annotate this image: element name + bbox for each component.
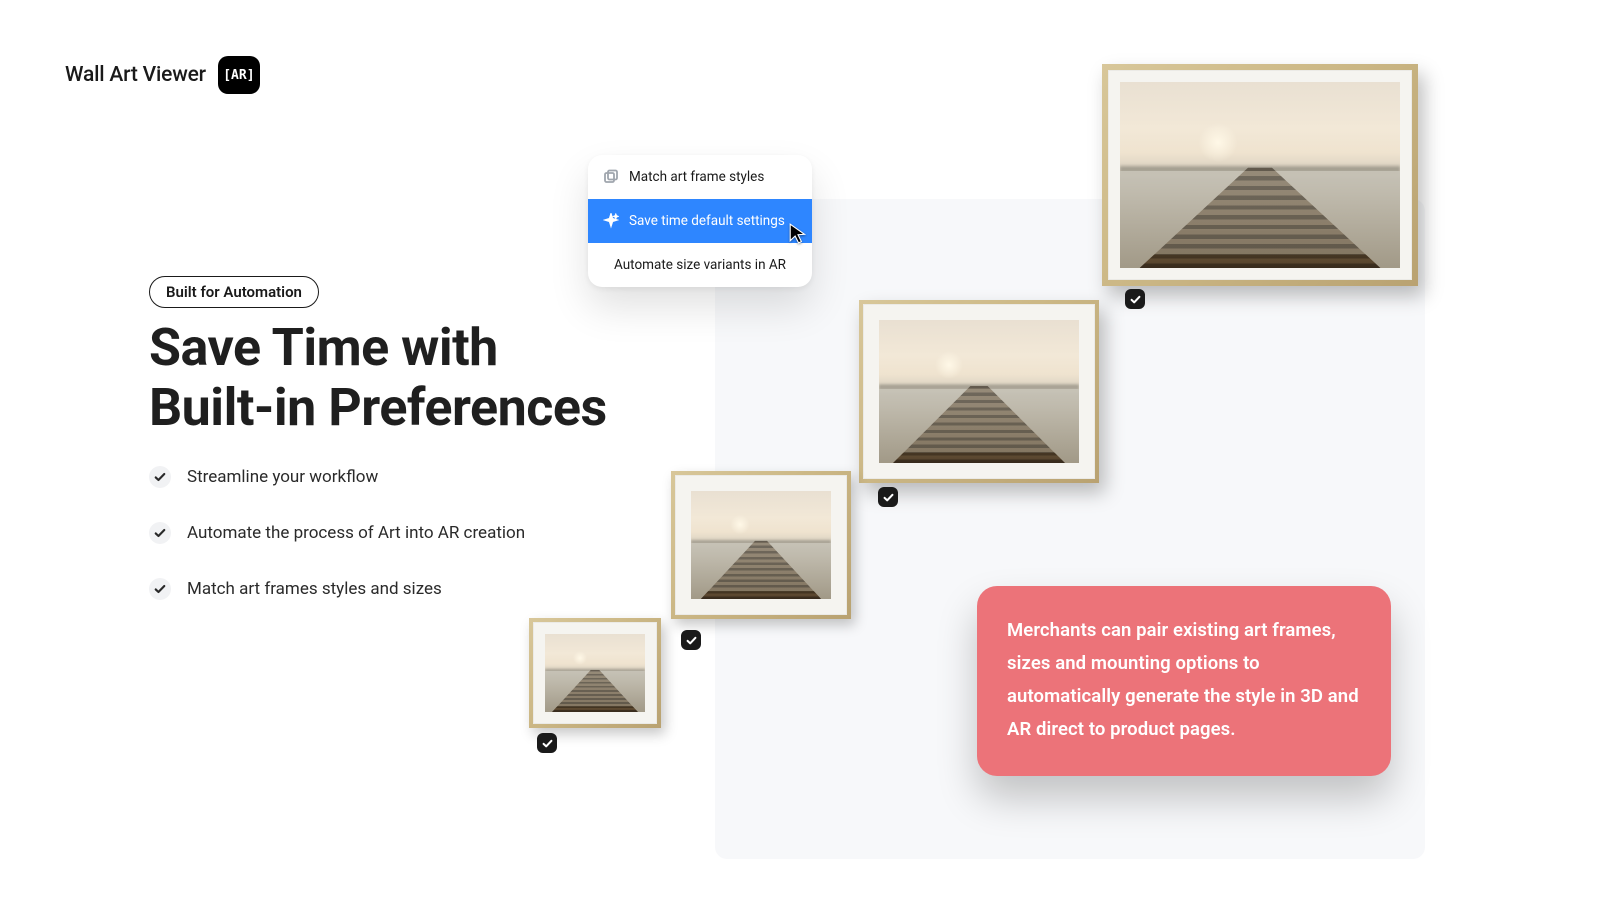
preferences-menu: Match art frame styles Save time default… [588,155,812,287]
art-frame-m [671,471,851,619]
menu-item-match-frames[interactable]: Match art frame styles [588,155,812,199]
headline: Save Time with Built-in Preferences [149,318,607,438]
check-icon [149,466,171,488]
headline-line-1: Save Time with [149,318,607,378]
ar-badge-icon: [AR] [218,56,260,94]
bullet-text: Match art frames styles and sizes [187,579,442,599]
brand: Wall Art Viewer [AR] [65,56,260,94]
menu-item-save-defaults[interactable]: Save time default settings [588,199,812,243]
frame-l-check-icon [878,487,898,507]
bullet-item: Automate the process of Art into AR crea… [149,522,525,544]
frame-m-check-icon [681,630,701,650]
cursor-icon [788,222,810,244]
tag-pill: Built for Automation [149,276,319,308]
bullet-item: Streamline your workflow [149,466,525,488]
art-frame-s [529,618,661,728]
bullet-text: Streamline your workflow [187,467,378,487]
art-frame-l [859,300,1099,483]
callout-card: Merchants can pair existing art frames, … [977,586,1391,776]
frame-xl-check-icon [1125,289,1145,309]
art-frame-xl [1102,64,1418,286]
bullet-item: Match art frames styles and sizes [149,578,525,600]
check-icon [149,522,171,544]
headline-line-2: Built-in Preferences [149,378,607,438]
check-icon [149,578,171,600]
frames-icon [603,169,619,185]
frame-s-check-icon [537,733,557,753]
menu-item-label: Automate size variants in AR [614,257,786,273]
sparkle-icon [603,213,619,229]
bullet-text: Automate the process of Art into AR crea… [187,523,525,543]
menu-item-automate-variants[interactable]: Automate size variants in AR [588,243,812,287]
menu-item-label: Match art frame styles [629,169,764,185]
bullet-list: Streamline your workflow Automate the pr… [149,466,525,600]
brand-name: Wall Art Viewer [65,63,206,87]
menu-item-label: Save time default settings [629,213,785,229]
